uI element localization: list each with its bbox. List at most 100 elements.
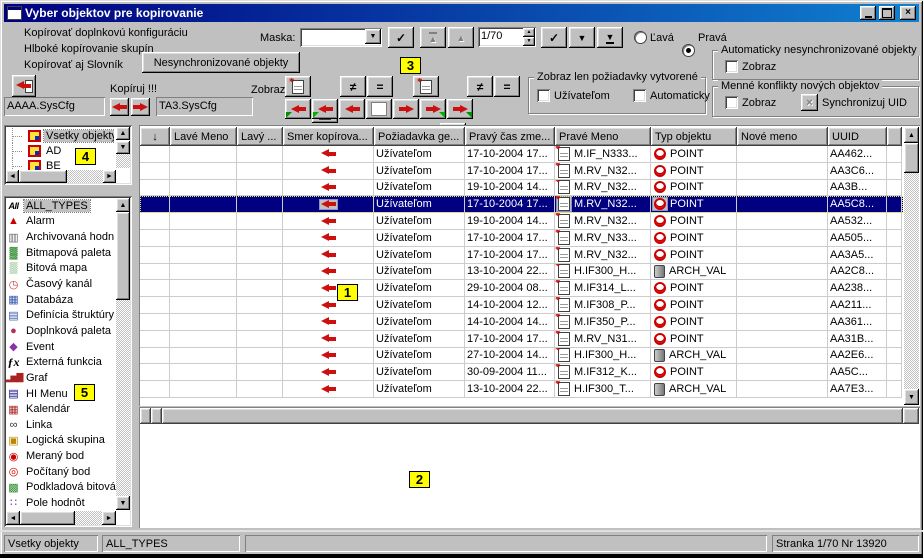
tree-vertical-scrollbar[interactable] (116, 154, 130, 168)
type-list-horizontal-scrollbar[interactable]: ◄ ► (6, 511, 116, 525)
go-last-page-button[interactable]: ▼ (597, 27, 623, 48)
type-list-vertical-scrollbar[interactable] (116, 300, 130, 496)
system-menu-icon[interactable] (7, 6, 22, 20)
tree-node[interactable]: AD (6, 143, 114, 158)
go-prev-page-button[interactable]: ▲ (448, 27, 474, 48)
table-scroll-up-button[interactable]: ▲ (904, 127, 919, 143)
table-row[interactable]: Užívateľom 17-10-2004 17... M.RV_N32... … (140, 196, 903, 213)
type-list-scroll-left-button[interactable]: ◄ (6, 511, 20, 525)
object-type-item[interactable]: ◉ Meraný bod (6, 448, 116, 464)
dir-left-sync-button[interactable] (285, 99, 311, 119)
type-list-vscroll-thumb[interactable] (116, 212, 130, 300)
dir-right-button[interactable] (393, 99, 419, 119)
table-row[interactable]: Užívateľom 19-10-2004 14... M.RV_N32... … (140, 180, 903, 197)
checkbox-requests-automatic[interactable] (633, 89, 646, 102)
object-type-item[interactable]: ▒ Bitová mapa (6, 261, 116, 277)
checkbox-requests-user[interactable] (537, 89, 550, 102)
mask-dropdown-button[interactable]: ▼ (365, 29, 381, 44)
table-row[interactable]: Užívateľom 27-10-2004 14... H.IF300_H...… (140, 348, 903, 365)
radio-left-side[interactable] (634, 31, 647, 44)
dir-none-button[interactable] (366, 99, 392, 119)
table-row[interactable]: Užívateľom 30-09-2004 11... M.IF312_K...… (140, 364, 903, 381)
object-type-item[interactable]: ◆ Event (6, 339, 116, 355)
table-row[interactable]: Užívateľom 17-10-2004 17... M.IF_N333...… (140, 146, 903, 163)
table-scroll-down-button[interactable]: ▼ (904, 389, 919, 405)
right-system-field[interactable]: TA3.SysCfg (156, 97, 253, 116)
table-vertical-scrollbar[interactable] (904, 173, 919, 389)
object-type-item[interactable]: ∷ Pole hodnôt (6, 495, 116, 511)
minimize-button[interactable] (860, 6, 876, 20)
copy-left-to-right-button[interactable] (131, 98, 150, 116)
dir-right-green-button[interactable] (420, 99, 446, 119)
type-list-scroll-up-button[interactable]: ▲ (116, 198, 130, 212)
object-type-item[interactable]: ▤ HI Menu (6, 386, 116, 402)
object-type-item[interactable]: ▦ Databáza (6, 292, 116, 308)
checkbox-name-conflicts-show[interactable] (725, 96, 738, 109)
dir-left-button[interactable] (339, 99, 365, 119)
column-header-copy-direction[interactable]: Smer kopírova... (283, 127, 374, 146)
tree-scroll-right-button[interactable]: ► (103, 170, 116, 183)
table-row[interactable]: Užívateľom 17-10-2004 17... M.RV_N33... … (140, 230, 903, 247)
column-header-uuid[interactable]: UUID (828, 127, 887, 146)
apply-page-button[interactable]: ✓ (541, 27, 567, 48)
object-type-item[interactable]: ▲ Alarm (6, 214, 116, 230)
type-list-hscroll-thumb[interactable] (20, 511, 75, 525)
radio-right-side[interactable] (682, 44, 695, 57)
table-row[interactable]: Užívateľom 17-10-2004 17... M.RV_N31... … (140, 331, 903, 348)
tree-node[interactable]: Vsetky objekty (6, 128, 114, 143)
show-different-button[interactable]: ≠ (340, 76, 366, 97)
tree-scroll-up-button[interactable]: ▲ (116, 127, 130, 140)
table-row[interactable]: Užívateľom 29-10-2004 08... M.IF314_L...… (140, 280, 903, 297)
column-header-right-time[interactable]: Pravý čas zme... (465, 127, 555, 146)
apply-mask-button[interactable]: ✓ (388, 27, 414, 48)
column-header-left-x[interactable]: Lavý ... (237, 127, 283, 146)
column-header-new-name[interactable]: Nové meno (737, 127, 828, 146)
table-vscroll-thumb[interactable] (904, 143, 919, 173)
left-system-field[interactable]: AAAA.SysCfg (4, 97, 105, 116)
object-type-item[interactable]: ◎ Počítaný bod (6, 464, 116, 480)
table-row[interactable]: Užívateľom 17-10-2004 17... M.RV_N32... … (140, 163, 903, 180)
column-header-object-type[interactable]: Typ objektu (651, 127, 737, 146)
tree-scroll-down-button[interactable]: ▼ (116, 141, 130, 154)
object-type-item[interactable]: All ALL_TYPES (6, 198, 116, 214)
object-type-item[interactable]: ▓ Bitmapová paleta (6, 245, 116, 261)
column-header-left-name[interactable]: Lavé Meno (170, 127, 237, 146)
object-type-item[interactable]: ƒx Externá funkcia (6, 354, 116, 370)
tree-horizontal-scrollbar[interactable]: ◄ ► (6, 170, 116, 183)
table-row[interactable]: Užívateľom 14-10-2004 12... M.IF308_P...… (140, 297, 903, 314)
column-header-request-generated[interactable]: Požiadavka ge... (374, 127, 465, 146)
dir-left-green-button[interactable] (312, 99, 338, 119)
object-type-item[interactable]: ▣ Logická skupina (6, 433, 116, 449)
copy-right-to-left-button[interactable] (110, 98, 129, 116)
go-first-page-button[interactable]: ▲ (420, 27, 446, 48)
close-button[interactable]: × (900, 6, 916, 20)
synchronize-uid-button[interactable]: × (801, 94, 818, 111)
column-header-right-name[interactable]: Pravé Meno (555, 127, 651, 146)
object-type-item[interactable]: ∞ Linka (6, 417, 116, 433)
object-type-item[interactable]: ▤ Definícia štruktúry (6, 307, 116, 323)
unsynchronized-objects-button[interactable]: Nesynchronizované objekty (142, 52, 300, 73)
table-row[interactable]: Užívateľom 19-10-2004 14... M.RV_N32... … (140, 213, 903, 230)
show-requests-button-2[interactable] (413, 76, 439, 97)
spin-up-button[interactable]: ▲ (523, 28, 535, 37)
spin-down-button[interactable]: ▼ (523, 37, 535, 46)
object-type-item[interactable]: ● Doplnková paleta (6, 323, 116, 339)
type-list-scroll-down-button[interactable]: ▼ (116, 496, 130, 510)
copy-to-left-button[interactable] (12, 75, 36, 97)
maximize-button[interactable] (879, 6, 895, 20)
object-type-item[interactable]: ▦ Kalendár (6, 401, 116, 417)
show-equal-button-2[interactable]: = (494, 76, 520, 97)
object-type-item[interactable]: ◷ Časový kanál (6, 276, 116, 292)
dir-right-sync-button[interactable] (447, 99, 473, 119)
object-type-item[interactable]: ▥ Archivovaná hodn (6, 229, 116, 245)
object-type-item[interactable]: ▩ Podkladová bitová (6, 480, 116, 496)
show-different-button-2[interactable]: ≠ (467, 76, 493, 97)
table-row[interactable]: Užívateľom 13-10-2004 22... H.IF300_H...… (140, 264, 903, 281)
mask-combobox[interactable]: ▼ (300, 28, 382, 47)
go-next-page-button[interactable]: ▼ (569, 27, 595, 48)
show-equal-button[interactable]: = (367, 76, 393, 97)
table-row[interactable]: Užívateľom 13-10-2004 22... H.IF300_T...… (140, 381, 903, 398)
table-row[interactable]: Užívateľom 17-10-2004 17... M.RV_N32... … (140, 247, 903, 264)
show-requests-button[interactable] (285, 76, 311, 97)
page-spinner[interactable]: 1/70 ▲ ▼ (478, 27, 536, 47)
